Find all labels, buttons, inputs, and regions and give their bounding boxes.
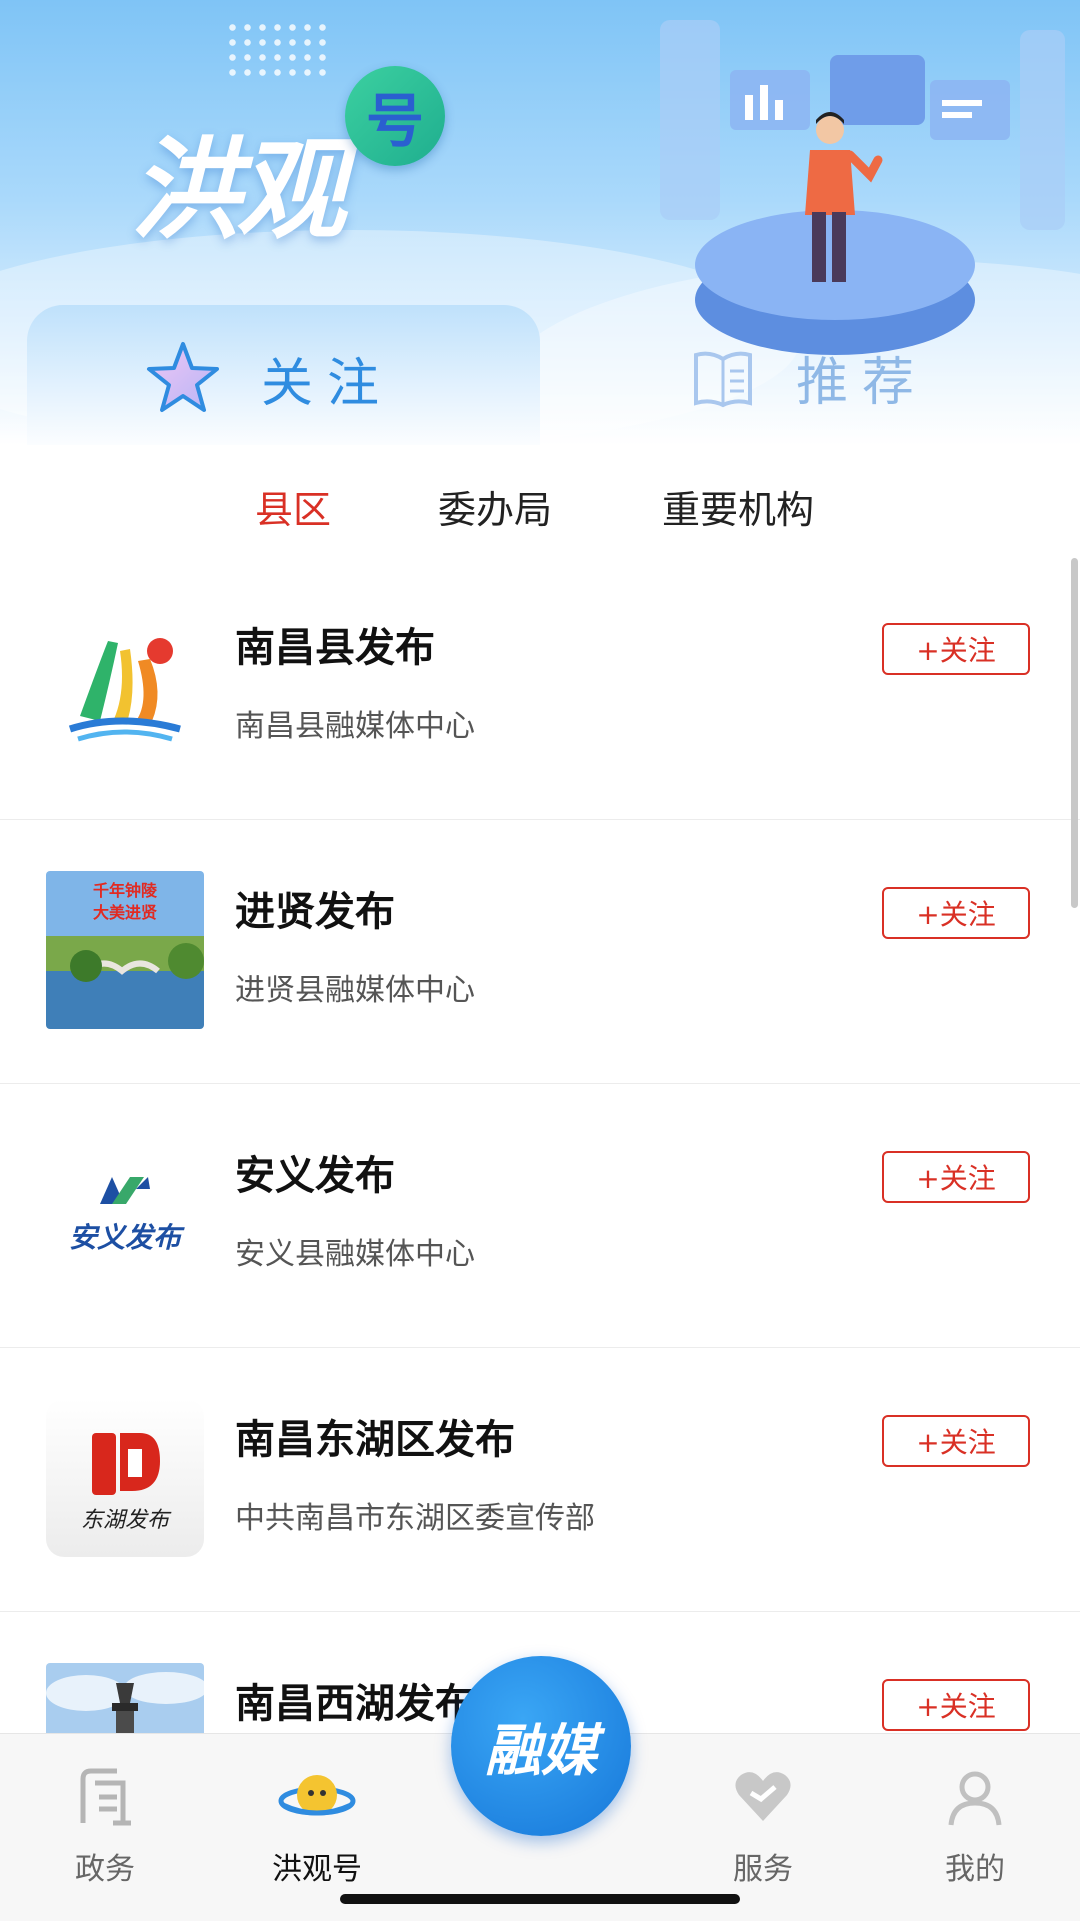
- nav-item-mine[interactable]: 我的: [905, 1762, 1045, 1888]
- account-list: 南昌县发布 南昌县融媒体中心 +关注 千年钟陵 大美进贤 进贤发布 进贤县融媒体…: [0, 555, 1080, 1735]
- tab-follow[interactable]: 关注: [145, 340, 393, 416]
- account-org: 安义县融媒体中心: [235, 1237, 475, 1272]
- donghu-logo-text: 东湖发布: [81, 1508, 172, 1533]
- planet-icon: [278, 1775, 356, 1816]
- list-item[interactable]: 安义发布 安义发布 安义县融媒体中心 +关注: [0, 1083, 1080, 1348]
- star-icon: [147, 342, 219, 412]
- follow-button[interactable]: +关注: [882, 1415, 1030, 1467]
- account-org: 南昌县融媒体中心: [235, 709, 475, 744]
- category-tabs: 县区 委办局 重要机构: [0, 470, 1080, 550]
- anyi-logo: 安义发布: [46, 1135, 204, 1293]
- nav-item-service[interactable]: 服务: [693, 1762, 833, 1888]
- nav-item-hongguanhao[interactable]: 洪观号: [247, 1762, 387, 1888]
- account-name: 南昌县发布: [235, 625, 435, 671]
- heart-icon: [735, 1772, 791, 1821]
- nav-label: 服务: [733, 1852, 793, 1887]
- list-item[interactable]: 东湖发布 南昌东湖区发布 中共南昌市东湖区委宣传部 +关注: [0, 1347, 1080, 1612]
- nav-label: 政务: [75, 1852, 135, 1887]
- follow-button[interactable]: +关注: [882, 623, 1030, 675]
- subtab-committees[interactable]: 委办局: [438, 470, 552, 550]
- tab-follow-label: 关注: [261, 353, 394, 414]
- presenter-illustration-icon: [660, 20, 1065, 355]
- account-org: 进贤县融媒体中心: [235, 973, 475, 1008]
- app-logo-badge: 号: [345, 66, 445, 166]
- account-name: 南昌东湖区发布: [235, 1417, 515, 1463]
- hero-banner: 洪观 号 关注 推荐: [0, 0, 1080, 445]
- anyi-logo-text: 安义发布: [69, 1221, 185, 1254]
- book-icon: [694, 351, 752, 407]
- tab-recommend[interactable]: 推荐: [690, 340, 928, 415]
- account-name: 南昌西湖发布: [235, 1681, 475, 1727]
- subtab-institutions[interactable]: 重要机构: [662, 470, 814, 550]
- nanchang-county-logo: [46, 607, 204, 765]
- account-org: 中共南昌市东湖区委宣传部: [235, 1501, 595, 1536]
- nav-item-government[interactable]: 政务: [35, 1762, 175, 1888]
- list-item[interactable]: 南昌县发布 南昌县融媒体中心 +关注: [0, 555, 1080, 820]
- rongmei-center-icon: 融媒: [485, 1718, 597, 1784]
- jinxian-logo-line1: 千年钟陵: [93, 881, 158, 900]
- scrollbar[interactable]: [1071, 558, 1078, 908]
- decor-dots: [225, 20, 330, 78]
- subtab-county[interactable]: 县区: [255, 470, 331, 550]
- donghu-logo: 东湖发布: [46, 1399, 204, 1557]
- nav-label: 我的: [945, 1852, 1005, 1887]
- jinxian-landscape-logo: 千年钟陵 大美进贤: [46, 871, 204, 1029]
- app-logo-text: 洪观: [130, 126, 346, 254]
- account-name: 进贤发布: [235, 889, 395, 935]
- list-item[interactable]: 千年钟陵 大美进贤 进贤发布 进贤县融媒体中心 +关注: [0, 819, 1080, 1084]
- government-icon: [80, 1768, 131, 1826]
- follow-button[interactable]: +关注: [882, 887, 1030, 939]
- home-indicator[interactable]: [340, 1894, 740, 1904]
- rongmei-center-button[interactable]: 融媒: [451, 1656, 631, 1836]
- xihu-pagoda-logo: [46, 1663, 204, 1735]
- account-name: 安义发布: [235, 1153, 395, 1199]
- jinxian-logo-line2: 大美进贤: [93, 903, 157, 922]
- follow-button[interactable]: +关注: [882, 1679, 1030, 1731]
- user-icon: [948, 1771, 1002, 1826]
- nav-label: 洪观号: [272, 1852, 362, 1887]
- tab-recommend-label: 推荐: [796, 353, 929, 413]
- follow-button[interactable]: +关注: [882, 1151, 1030, 1203]
